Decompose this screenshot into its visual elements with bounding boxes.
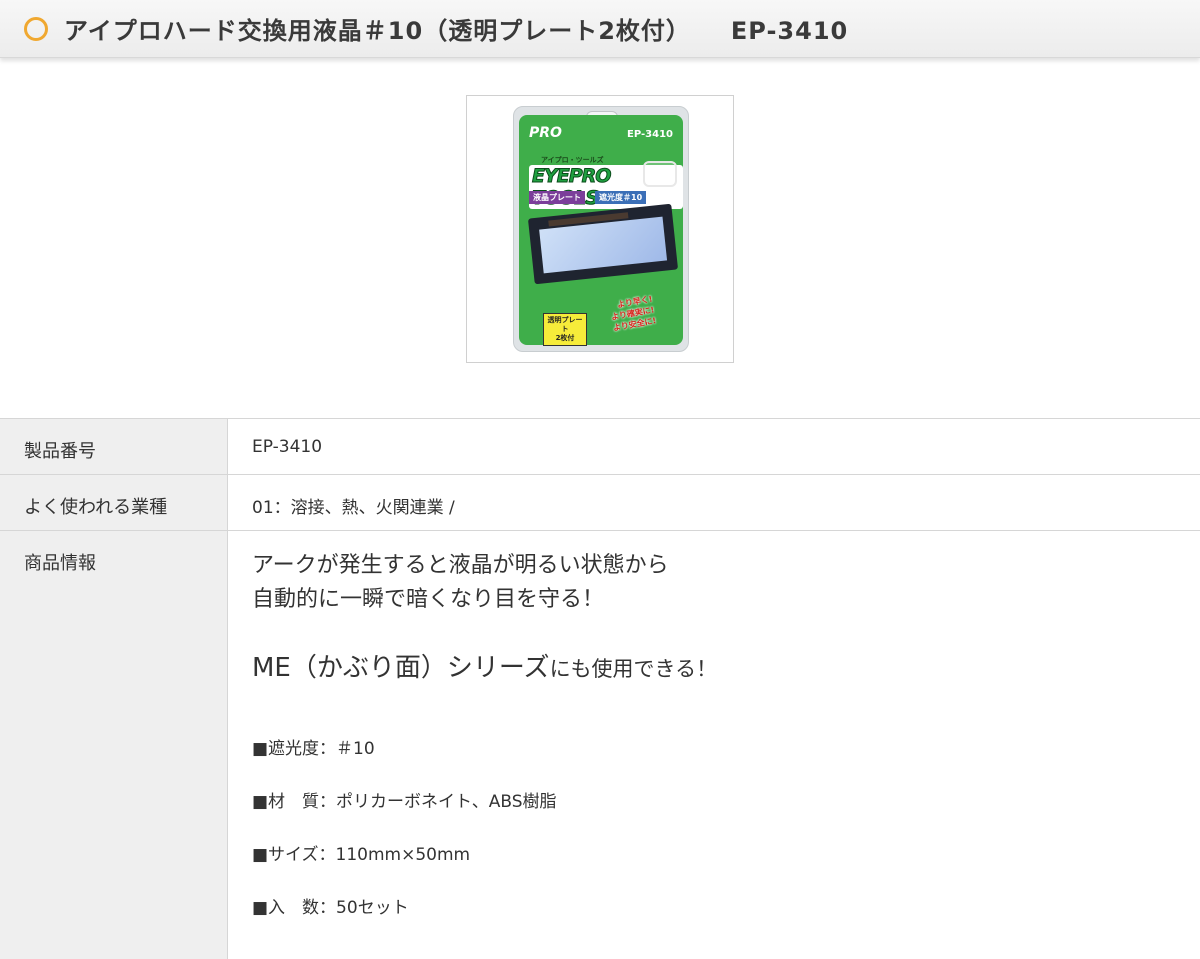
page-title: アイプロハード交換用液晶＃10（透明プレート2枚付） EP-3410 — [64, 11, 848, 46]
compatibility-text: にも使用できる！ — [549, 657, 718, 681]
spec-value: 01：溶接、熱、火関連業 / — [252, 498, 455, 518]
spec-item-size: ■サイズ：110mm×50mm — [252, 845, 471, 865]
description-line-1: アークが発生すると液晶が明るい状態から — [252, 553, 669, 578]
spec-item-quantity: ■入 数：50セット — [252, 898, 409, 918]
product-image[interactable]: PRO EP-3410 アイプロ・ツールズ EYEPRO TOOLS 液晶プレー… — [466, 95, 734, 363]
package-card: PRO EP-3410 アイプロ・ツールズ EYEPRO TOOLS 液晶プレー… — [519, 115, 683, 346]
lens-plate — [527, 203, 679, 285]
package-slogan: より早く! より確実に! より安全に! — [610, 294, 657, 333]
package-brand: PRO — [529, 125, 562, 141]
spec-row-product-number: 製品番号 EP-3410 — [0, 419, 1200, 475]
spec-label: 商品情報 — [0, 531, 228, 959]
spec-row-industry: よく使われる業種 01：溶接、熱、火関連業 / — [0, 475, 1200, 531]
product-description: アークが発生すると液晶が明るい状態から 自動的に一瞬で暗くなり目を守る！ ME（… — [228, 531, 1200, 959]
product-package: PRO EP-3410 アイプロ・ツールズ EYEPRO TOOLS 液晶プレー… — [513, 106, 689, 352]
circle-icon — [24, 17, 48, 41]
package-subtitle: アイプロ・ツールズ — [541, 156, 604, 164]
helmet-icon — [643, 161, 677, 187]
package-tag-shade: 遮光度＃10 — [595, 191, 647, 204]
package-note: 透明プレート 2枚付 — [543, 313, 587, 346]
spec-item-material: ■材 質：ポリカーボネイト、ABS樹脂 — [252, 792, 557, 812]
page-header: アイプロハード交換用液晶＃10（透明プレート2枚付） EP-3410 — [0, 0, 1200, 58]
description-line-2: 自動的に一瞬で暗くなり目を守る！ — [252, 587, 605, 612]
spec-item-shade: ■遮光度：＃10 — [252, 739, 375, 759]
spec-list: ■遮光度：＃10 ■材 質：ポリカーボネイト、ABS樹脂 ■サイズ：110mm×… — [252, 734, 1200, 946]
package-code: EP-3410 — [627, 129, 673, 140]
package-tag-lcd: 液晶プレート — [529, 191, 585, 204]
spec-label: よく使われる業種 — [0, 475, 228, 530]
compatibility-series: ME（かぶり面）シリーズ — [252, 653, 550, 683]
product-code: EP-3410 — [730, 17, 849, 45]
spec-value: EP-3410 — [252, 437, 323, 457]
spec-row-product-info: 商品情報 アークが発生すると液晶が明るい状態から 自動的に一瞬で暗くなり目を守る… — [0, 531, 1200, 959]
compatibility-note: ME（かぶり面）シリーズにも使用できる！ — [252, 647, 1200, 684]
product-title: アイプロハード交換用液晶＃10（透明プレート2枚付） — [64, 17, 691, 45]
spec-label: 製品番号 — [0, 419, 228, 474]
spec-table: 製品番号 EP-3410 よく使われる業種 01：溶接、熱、火関連業 / 商品情… — [0, 418, 1200, 959]
